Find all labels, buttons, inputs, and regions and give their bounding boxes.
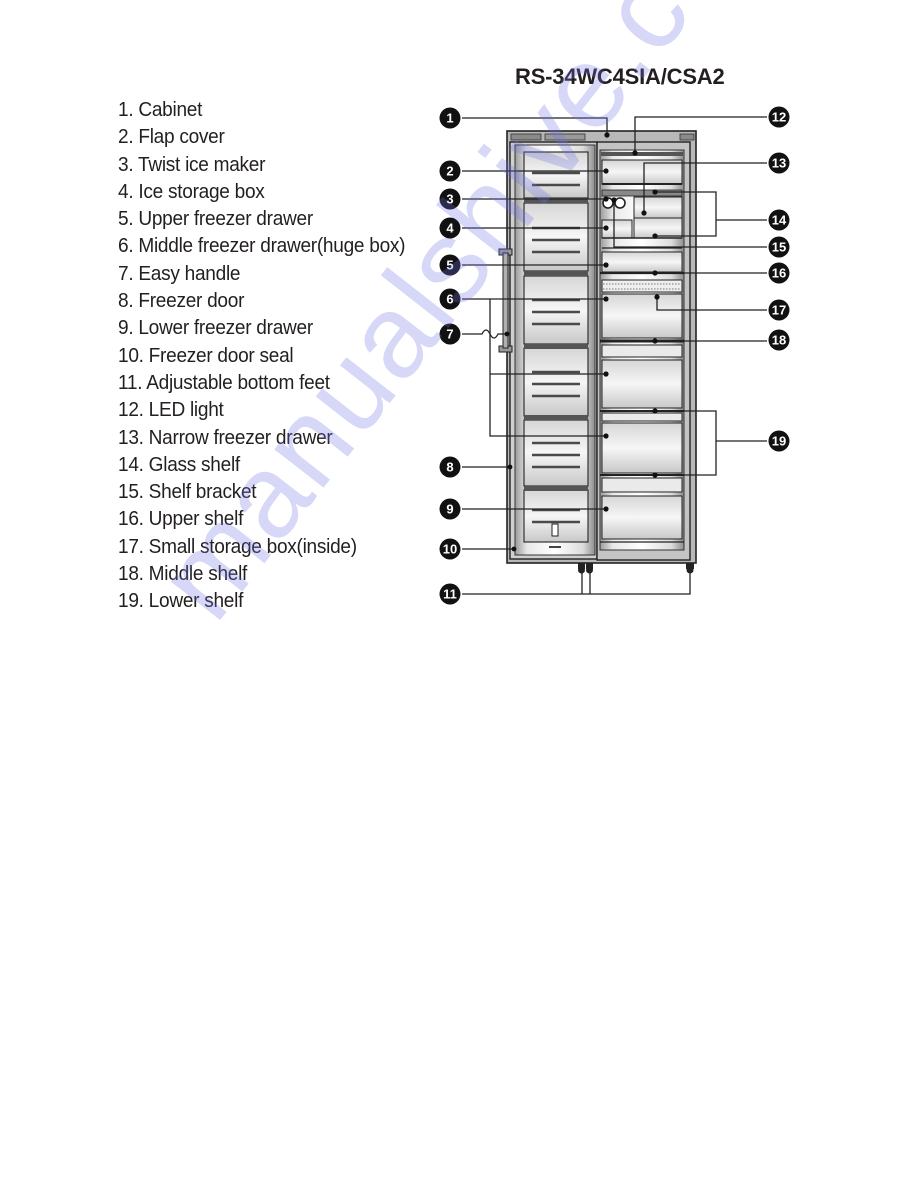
freezer-door: [498, 141, 598, 560]
callout-10: 10: [439, 538, 461, 560]
small-storage-box: [601, 279, 683, 293]
parts-list-item: 12. LED light: [118, 398, 224, 422]
brand-plate: [549, 546, 561, 548]
parts-list-item: 11. Adjustable bottom feet: [118, 370, 330, 394]
callout-number: 17: [772, 303, 786, 318]
callout-number: 19: [772, 434, 786, 449]
callout-number: 2: [446, 164, 453, 179]
callout-11: 11: [439, 583, 461, 605]
callout-number: 15: [772, 240, 786, 255]
callout-number: 16: [772, 266, 786, 281]
parts-list-item: 18. Middle shelf: [118, 562, 248, 586]
door-latch: [551, 523, 559, 537]
callout-19: 19: [768, 430, 790, 452]
parts-list-item: 9. Lower freezer drawer: [118, 316, 313, 340]
parts-list-item: 3. Twist ice maker: [118, 152, 266, 176]
callout-7: 7: [439, 323, 461, 345]
callout-number: 10: [443, 542, 457, 557]
parts-list-item: 10. Freezer door seal: [118, 343, 294, 367]
parts-list-item: 5. Upper freezer drawer: [118, 207, 313, 231]
callout-number: 14: [772, 213, 787, 228]
callout-number: 8: [446, 460, 453, 475]
model-title: RS-34WC4SIA/CSA2: [515, 64, 725, 89]
callout-13: 13: [768, 152, 790, 174]
callout-number: 3: [446, 192, 453, 207]
callout-number: 13: [772, 156, 786, 171]
callout-number: 7: [446, 327, 453, 342]
parts-list: 1. Cabinet 2. Flap cover 3. Twist ice ma…: [118, 96, 427, 615]
callout-4: 4: [439, 217, 461, 239]
parts-list-item: 4. Ice storage box: [118, 179, 265, 203]
callout-9: 9: [439, 498, 461, 520]
led-light-bar: [601, 152, 683, 156]
parts-list-item: 8. Freezer door: [118, 289, 245, 313]
callout-16: 16: [768, 262, 790, 284]
callout-number: 18: [772, 333, 786, 348]
callout-8: 8: [439, 456, 461, 478]
parts-list-item: 2. Flap cover: [118, 125, 225, 149]
callout-18: 18: [768, 329, 790, 351]
callout-14: 14: [768, 209, 790, 231]
callout-3: 3: [439, 188, 461, 210]
parts-list-item: 15. Shelf bracket: [118, 480, 257, 504]
callout-2: 2: [439, 160, 461, 182]
callout-6: 6: [439, 288, 461, 310]
callout-1: 1: [439, 107, 461, 129]
narrow-drawer: [633, 196, 683, 219]
manual-page: RS-34WC4SIA/CSA2 1. Cabinet 2. Flap cove…: [0, 0, 918, 1188]
callout-number: 6: [446, 292, 453, 307]
callout-number: 9: [446, 502, 453, 517]
callout-12: 12: [768, 106, 790, 128]
callout-5: 5: [439, 254, 461, 276]
callout-number: 11: [443, 587, 457, 602]
parts-list-item: 13. Narrow freezer drawer: [118, 425, 333, 449]
callout-15: 15: [768, 236, 790, 258]
callout-number: 12: [772, 110, 786, 125]
callout-number: 4: [446, 221, 454, 236]
callout-number: 5: [446, 258, 453, 273]
parts-list-item: 16. Upper shelf: [118, 507, 244, 531]
adjustable-feet: [578, 563, 694, 574]
parts-list-item: 7. Easy handle: [118, 261, 241, 285]
callout-17: 17: [768, 299, 790, 321]
freezer-diagram: 1 2 3 4 5 6 7 8 9 10 11 12 13 14 15 16 1…: [439, 106, 790, 605]
parts-list-item: 19. Lower shelf: [118, 589, 244, 613]
parts-list-item: 6. Middle freezer drawer(huge box): [118, 234, 406, 258]
parts-list-item: 1. Cabinet: [118, 98, 203, 121]
callout-number: 1: [446, 111, 453, 126]
parts-list-item: 14. Glass shelf: [118, 452, 240, 476]
parts-list-item: 17. Small storage box(inside): [118, 534, 357, 558]
